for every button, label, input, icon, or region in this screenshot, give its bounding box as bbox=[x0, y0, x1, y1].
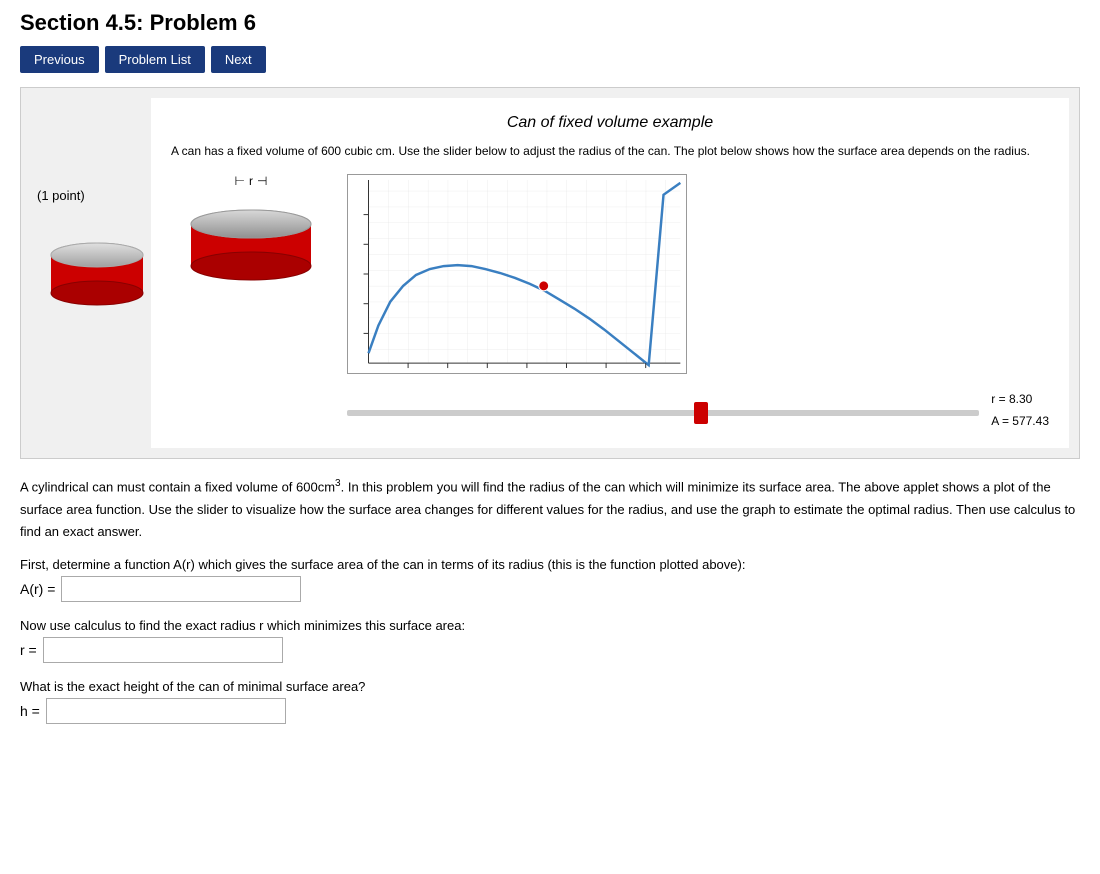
chart-area: ⊢ r ⊣ bbox=[171, 174, 1049, 432]
q2-label: Now use calculus to find the exact radiu… bbox=[20, 618, 1080, 633]
question-2-block: Now use calculus to find the exact radiu… bbox=[20, 618, 1080, 663]
left-panel: (1 point) bbox=[31, 98, 151, 448]
q2-input[interactable] bbox=[43, 637, 283, 663]
stats-display: r = 8.30 A = 577.43 bbox=[991, 389, 1049, 432]
previous-button[interactable]: Previous bbox=[20, 46, 99, 73]
can-illustration bbox=[37, 233, 145, 316]
r-value: r = 8.30 bbox=[991, 389, 1049, 411]
slider-wrapper[interactable] bbox=[347, 403, 979, 419]
q1-answer-row: A(r) = bbox=[20, 576, 1080, 602]
page-title: Section 4.5: Problem 6 bbox=[20, 10, 1080, 36]
slider-section: r = 8.30 A = 577.43 bbox=[347, 389, 1049, 432]
next-button[interactable]: Next bbox=[211, 46, 266, 73]
description: A can has a fixed volume of 600 cubic cm… bbox=[171, 142, 1049, 160]
q3-answer-row: h = bbox=[20, 698, 1080, 724]
radius-label: ⊢ r ⊣ bbox=[235, 174, 268, 188]
question-1-block: First, determine a function A(r) which g… bbox=[20, 557, 1080, 602]
problem-text: A cylindrical can must contain a fixed v… bbox=[20, 475, 1080, 543]
problem-list-button[interactable]: Problem List bbox=[105, 46, 205, 73]
q3-input[interactable] bbox=[46, 698, 286, 724]
can-svg bbox=[37, 233, 157, 313]
q1-input[interactable] bbox=[61, 576, 301, 602]
q1-prefix: A(r) = bbox=[20, 581, 55, 597]
question-3-block: What is the exact height of the can of m… bbox=[20, 679, 1080, 724]
A-value: A = 577.43 bbox=[991, 411, 1049, 433]
q3-prefix: h = bbox=[20, 703, 40, 719]
q2-prefix: r = bbox=[20, 642, 37, 658]
radius-slider[interactable] bbox=[347, 410, 979, 416]
right-panel: Can of fixed volume example A can has a … bbox=[151, 98, 1069, 448]
point-label: (1 point) bbox=[37, 188, 145, 203]
graph-svg bbox=[347, 174, 687, 374]
radius-symbol: r bbox=[249, 174, 253, 188]
graph-container: r = 8.30 A = 577.43 bbox=[347, 174, 1049, 432]
q1-label: First, determine a function A(r) which g… bbox=[20, 557, 1080, 572]
main-content-box: (1 point) Can of fi bbox=[20, 87, 1080, 459]
can-large-svg bbox=[181, 194, 321, 284]
example-title: Can of fixed volume example bbox=[171, 114, 1049, 132]
q2-answer-row: r = bbox=[20, 637, 1080, 663]
nav-buttons: Previous Problem List Next bbox=[20, 46, 1080, 73]
q3-label: What is the exact height of the can of m… bbox=[20, 679, 1080, 694]
can-img-area: ⊢ r ⊣ bbox=[171, 174, 331, 284]
curve-point bbox=[539, 281, 549, 291]
